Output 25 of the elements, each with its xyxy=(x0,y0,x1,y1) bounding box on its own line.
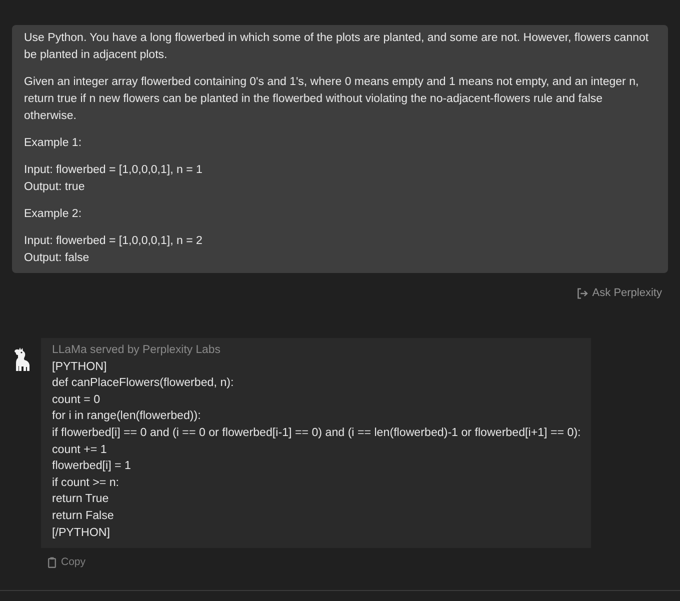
code-line: [/PYTHON] xyxy=(52,524,111,541)
llama-icon xyxy=(14,347,30,371)
prompt-text: Use Python. You have a long flowerbed in which some of the plots are planted, and some are not. However, flowers cannot be planted in adjacent plots. xyxy=(24,31,650,63)
prompt-text: Example 1: xyxy=(24,136,83,151)
code-line: if flowerbed[i] == 0 and (i == 0 or flowerbed[i-1] == 0) and (i == len(flowerbed)-1 or flowerbed[i+1] == 0): xyxy=(52,424,582,441)
prompt-text: Output: true xyxy=(24,180,86,195)
code-line: return True xyxy=(52,491,110,508)
code-line: def canPlaceFlowers(flowerbed, n): xyxy=(52,375,235,392)
clipboard-icon xyxy=(48,556,56,568)
copy-button[interactable]: Copy xyxy=(48,555,86,570)
code-line: [PYTHON] xyxy=(52,358,108,375)
code-line: for i in range(len(flowerbed)): xyxy=(52,408,202,424)
arrow-into-bracket-icon xyxy=(577,288,588,298)
code-line: if count >= n: xyxy=(52,474,120,491)
code-line: flowerbed[i] = 1 xyxy=(52,458,132,474)
prompt-text: Example 2: xyxy=(24,207,83,222)
ask-perplexity-button[interactable]: Ask Perplexity xyxy=(577,286,662,300)
prompt-text: Given an integer array flowerbed containing 0's and 1's, where 0 means empty and 1 means not empty, and an integer n, return true if n new flowers can be planted in the flowerbed without violating the no-adjacent-flowers rule and false otherwise. xyxy=(24,75,640,124)
prompt-text: Output: false xyxy=(24,251,90,266)
model-source-label: LLaMa served by Perplexity Labs xyxy=(52,343,222,358)
prompt-text: Input: flowerbed = [1,0,0,0,1], n = 1 xyxy=(24,163,204,178)
code-line: count = 0 xyxy=(52,392,102,408)
code-line: return False xyxy=(52,508,115,524)
code-line: count += 1 xyxy=(52,442,108,458)
prompt-text: Input: flowerbed = [1,0,0,0,1], n = 2 xyxy=(24,234,204,249)
